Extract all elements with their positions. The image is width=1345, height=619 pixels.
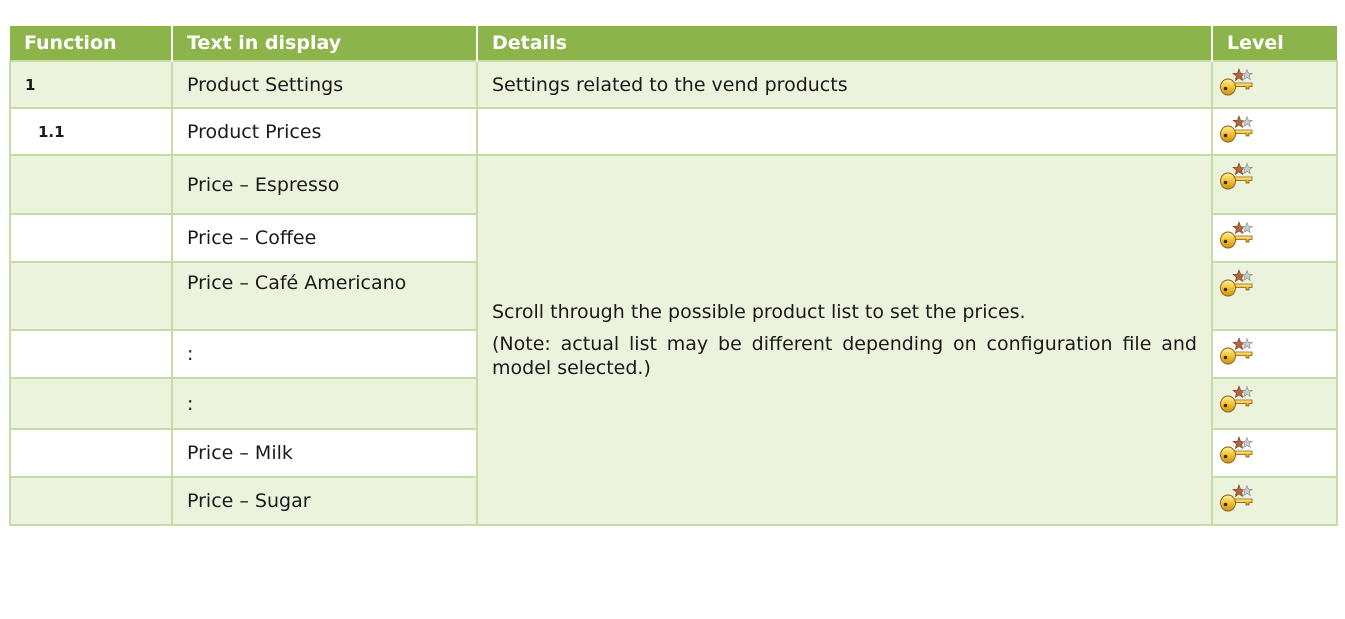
- table-row: 1.1 Product Prices: [9, 107, 1338, 156]
- document-page: Function Text in display Details Level 1…: [9, 26, 1338, 526]
- level-cell: [1211, 261, 1338, 331]
- display-text-cell: Price – Café Americano: [171, 261, 478, 331]
- function-cell: [9, 377, 173, 430]
- level-cell: [1211, 60, 1338, 109]
- table-row: Price – Espresso Scroll through the poss…: [9, 154, 1338, 526]
- display-text-cell: Product Settings: [171, 60, 478, 109]
- display-text-cell: Price – Espresso: [171, 154, 478, 215]
- function-cell: 1.1: [9, 107, 173, 156]
- level-cell: [1211, 107, 1338, 156]
- details-cell: [476, 107, 1213, 156]
- table-row: 1 Product Settings Settings related to t…: [9, 60, 1338, 109]
- function-cell: 1: [9, 60, 173, 109]
- details-main-text: Scroll through the possible product list…: [492, 301, 1026, 323]
- level-cell: [1211, 476, 1338, 526]
- display-text-cell: Product Prices: [171, 107, 478, 156]
- key-star-icon: [1220, 385, 1253, 413]
- function-cell: [9, 213, 173, 263]
- key-star-icon: [1220, 484, 1253, 512]
- header-details: Details: [477, 26, 1213, 61]
- function-cell: [9, 476, 173, 526]
- details-merged-cell: Scroll through the possible product list…: [476, 154, 1213, 526]
- table-header-row: Function Text in display Details Level: [10, 26, 1337, 61]
- function-cell: [9, 154, 173, 215]
- level-cell: [1211, 428, 1338, 478]
- display-text-cell: Price – Coffee: [171, 213, 478, 263]
- key-star-icon: [1220, 115, 1253, 143]
- header-function: Function: [10, 26, 173, 61]
- display-text-cell: Price – Milk: [171, 428, 478, 478]
- header-level: Level: [1212, 26, 1337, 61]
- key-star-icon: [1220, 269, 1253, 297]
- key-star-icon: [1220, 162, 1253, 190]
- function-cell: [9, 329, 173, 379]
- level-cell: [1211, 154, 1338, 215]
- function-table: Function Text in display Details Level 1…: [9, 26, 1338, 526]
- key-star-icon: [1220, 221, 1253, 249]
- level-cell: [1211, 377, 1338, 430]
- display-text-cell: Price – Sugar: [171, 476, 478, 526]
- header-text-in-display: Text in display: [172, 26, 478, 61]
- function-cell: [9, 261, 173, 331]
- key-star-icon: [1220, 68, 1253, 96]
- level-cell: [1211, 213, 1338, 263]
- display-text-cell: :: [171, 329, 478, 379]
- level-cell: [1211, 329, 1338, 379]
- key-star-icon: [1220, 337, 1253, 365]
- details-cell: Settings related to the vend products: [476, 60, 1213, 109]
- function-cell: [9, 428, 173, 478]
- display-text-cell: :: [171, 377, 478, 430]
- key-star-icon: [1220, 436, 1253, 464]
- details-note-text: (Note: actual list may be different depe…: [492, 333, 1197, 379]
